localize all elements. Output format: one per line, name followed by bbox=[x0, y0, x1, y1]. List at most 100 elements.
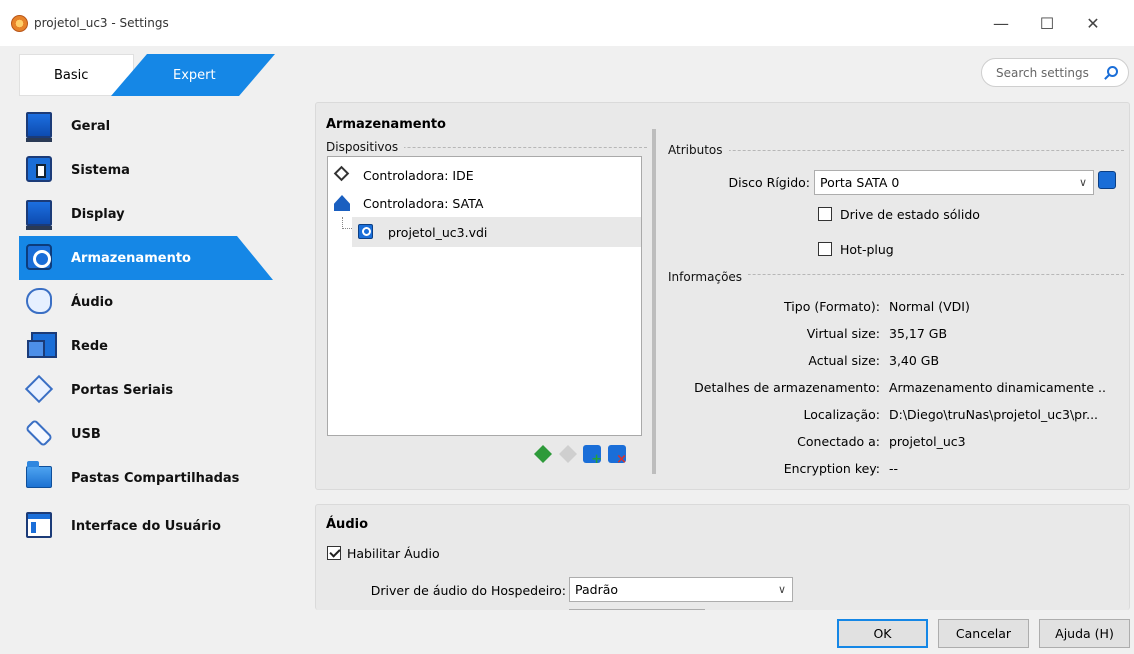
sidebar-item-armazenamento[interactable]: Armazenamento bbox=[19, 236, 273, 280]
host-driver-value: Padrão bbox=[575, 582, 619, 597]
hard-disk-port-select[interactable]: Porta SATA 0 ∨ bbox=[814, 170, 1094, 195]
information-label: Informações bbox=[668, 270, 749, 284]
mode-expert-button[interactable]: Expert bbox=[111, 54, 275, 96]
search-icon[interactable] bbox=[1107, 66, 1118, 77]
display-icon bbox=[26, 200, 52, 230]
mode-switch: Basic Expert bbox=[19, 54, 275, 96]
devices-label: Dispositivos bbox=[326, 140, 405, 154]
sidebar-item-label: Portas Seriais bbox=[71, 382, 174, 398]
sidebar-item-label: Geral bbox=[71, 118, 111, 134]
tree-item-label: projetol_uc3.vdi bbox=[388, 224, 488, 240]
sata-controller-icon bbox=[334, 195, 350, 211]
maximize-button[interactable]: ☐ bbox=[1024, 0, 1070, 46]
storage-section: Armazenamento Dispositivos Controladora:… bbox=[315, 102, 1130, 490]
ssd-label: Drive de estado sólido bbox=[840, 207, 980, 222]
serial-ports-icon bbox=[24, 374, 54, 404]
info-value-virtual-size: 35,17 GB bbox=[889, 326, 948, 341]
info-value-location: D:\Diego\truNas\projetol_uc3\pr... bbox=[889, 407, 1099, 422]
sidebar-item-geral[interactable]: Geral bbox=[19, 104, 279, 148]
settings-window: projetol_uc3 - Settings — ☐ ✕ Basic Expe… bbox=[0, 0, 1134, 654]
close-button[interactable]: ✕ bbox=[1070, 0, 1116, 46]
settings-sidebar: Geral Sistema Display Armazenamento Áudi… bbox=[19, 104, 279, 564]
tree-item-hard-disk[interactable]: projetol_uc3.vdi bbox=[352, 217, 641, 247]
network-icon bbox=[27, 332, 57, 358]
sidebar-item-sistema[interactable]: Sistema bbox=[19, 148, 279, 192]
remove-controller-icon[interactable] bbox=[559, 445, 577, 463]
minimize-button[interactable]: — bbox=[978, 0, 1024, 46]
sidebar-item-usb[interactable]: USB bbox=[19, 412, 279, 456]
sidebar-item-label: Sistema bbox=[71, 162, 130, 178]
next-select-partial[interactable] bbox=[569, 609, 705, 610]
cancel-button[interactable]: Cancelar bbox=[938, 619, 1029, 648]
tree-item-ide-controller[interactable]: Controladora: IDE bbox=[328, 160, 641, 190]
tree-item-label: Controladora: IDE bbox=[363, 167, 474, 183]
search-placeholder: Search settings bbox=[996, 65, 1089, 80]
info-key-location: Localização: bbox=[803, 407, 880, 422]
help-button[interactable]: Ajuda (H) bbox=[1039, 619, 1130, 648]
info-value-type: Normal (VDI) bbox=[889, 299, 970, 314]
sidebar-item-portas-seriais[interactable]: Portas Seriais bbox=[19, 368, 279, 412]
user-interface-icon bbox=[26, 512, 52, 538]
info-key-attached-to: Conectado a: bbox=[797, 434, 880, 449]
enable-audio-label: Habilitar Áudio bbox=[347, 546, 440, 561]
ide-controller-icon bbox=[333, 165, 350, 182]
storage-section-title: Armazenamento bbox=[326, 117, 446, 132]
hard-disk-port-value: Porta SATA 0 bbox=[820, 175, 900, 190]
attributes-label: Atributos bbox=[668, 143, 729, 157]
ok-button[interactable]: OK bbox=[837, 619, 928, 648]
audio-icon bbox=[26, 288, 52, 314]
shared-folders-icon bbox=[26, 461, 52, 488]
info-key-type: Tipo (Formato): bbox=[784, 299, 880, 314]
info-key-actual-size: Actual size: bbox=[808, 353, 880, 368]
virtualbox-app-icon bbox=[11, 15, 28, 32]
info-value-attached-to: projetol_uc3 bbox=[889, 434, 966, 449]
usb-icon bbox=[24, 418, 54, 448]
ssd-checkbox[interactable] bbox=[818, 207, 832, 221]
info-value-storage-details: Armazenamento dinamicamente .. bbox=[889, 380, 1106, 395]
info-key-storage-details: Detalhes de armazenamento: bbox=[694, 380, 880, 395]
sidebar-item-label: USB bbox=[71, 426, 101, 442]
tree-item-sata-controller[interactable]: Controladora: SATA bbox=[328, 188, 641, 218]
sidebar-item-pastas-compartilhadas[interactable]: Pastas Compartilhadas bbox=[19, 456, 279, 500]
sidebar-item-rede[interactable]: Rede bbox=[19, 324, 279, 368]
system-icon bbox=[26, 156, 52, 182]
pane-splitter[interactable] bbox=[652, 129, 656, 474]
sidebar-item-label: Interface do Usuário bbox=[71, 518, 221, 534]
hotplug-label: Hot-plug bbox=[840, 242, 894, 257]
chevron-down-icon: ∨ bbox=[777, 583, 786, 596]
tree-connector bbox=[342, 217, 352, 229]
sidebar-item-label: Pastas Compartilhadas bbox=[71, 470, 240, 486]
tree-item-label: Controladora: SATA bbox=[363, 195, 484, 211]
add-controller-icon[interactable] bbox=[534, 445, 552, 463]
hard-disk-icon bbox=[358, 224, 373, 239]
info-key-encryption: Encryption key: bbox=[783, 461, 880, 476]
sidebar-item-label: Display bbox=[71, 206, 125, 222]
search-input[interactable]: Search settings bbox=[981, 58, 1129, 87]
hard-disk-label: Disco Rígido: bbox=[728, 175, 810, 190]
info-key-virtual-size: Virtual size: bbox=[806, 326, 880, 341]
choose-disk-icon[interactable] bbox=[1098, 171, 1116, 189]
attributes-divider bbox=[668, 150, 1124, 151]
sidebar-item-label: Áudio bbox=[71, 294, 114, 310]
general-icon bbox=[26, 112, 52, 142]
enable-audio-checkbox[interactable] bbox=[327, 546, 341, 560]
storage-icon bbox=[26, 244, 52, 270]
hotplug-checkbox[interactable] bbox=[818, 242, 832, 256]
add-attachment-icon[interactable] bbox=[583, 445, 602, 467]
storage-device-tree[interactable]: Controladora: IDE Controladora: SATA pro… bbox=[327, 156, 642, 436]
sidebar-item-display[interactable]: Display bbox=[19, 192, 279, 236]
sidebar-item-label: Armazenamento bbox=[71, 250, 191, 266]
window-title: projetol_uc3 - Settings bbox=[34, 16, 169, 30]
remove-attachment-icon[interactable] bbox=[608, 445, 627, 467]
audio-section: Áudio Habilitar Áudio Driver de áudio do… bbox=[315, 504, 1130, 610]
sidebar-item-label: Rede bbox=[71, 338, 108, 354]
audio-section-title: Áudio bbox=[326, 517, 369, 532]
info-value-actual-size: 3,40 GB bbox=[889, 353, 940, 368]
sidebar-item-interface-do-usuario[interactable]: Interface do Usuário bbox=[19, 504, 279, 548]
sidebar-item-audio[interactable]: Áudio bbox=[19, 280, 279, 324]
host-driver-select[interactable]: Padrão ∨ bbox=[569, 577, 793, 602]
chevron-down-icon: ∨ bbox=[1078, 176, 1087, 189]
info-value-encryption: -- bbox=[889, 461, 899, 476]
title-bar: projetol_uc3 - Settings — ☐ ✕ bbox=[0, 0, 1134, 46]
host-driver-label: Driver de áudio do Hospedeiro: bbox=[370, 583, 566, 598]
